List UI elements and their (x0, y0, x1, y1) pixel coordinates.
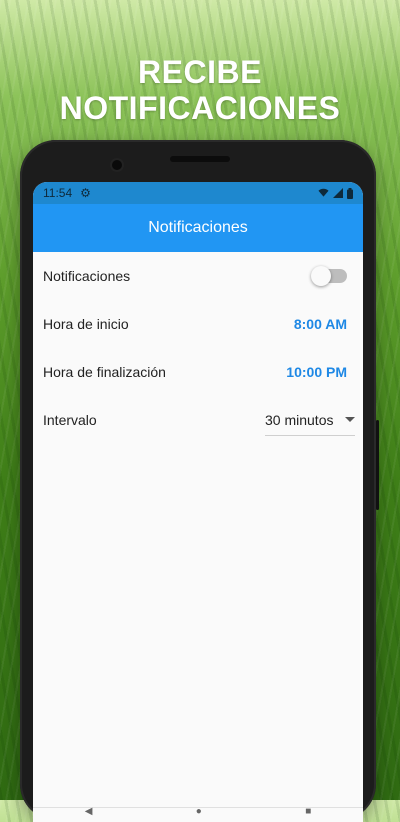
nav-recents-icon[interactable]: ■ (305, 807, 311, 817)
status-icons (318, 187, 353, 199)
end-time-value[interactable]: 10:00 PM (286, 364, 347, 380)
battery-icon (347, 187, 353, 199)
promo-line-2: NOTIFICACIONES (59, 90, 341, 126)
interval-dropdown[interactable]: 30 minutos (265, 405, 355, 436)
promo-headline: RECIBE NOTIFICACIONES (0, 54, 400, 126)
signal-icon (333, 188, 343, 198)
promo-line-1: RECIBE (138, 54, 262, 90)
phone-speaker (170, 156, 230, 162)
end-time-row[interactable]: Hora de finalización 10:00 PM (33, 348, 363, 396)
notifications-label: Notificaciones (43, 268, 131, 284)
wifi-icon (318, 188, 329, 197)
toggle-knob (311, 266, 331, 286)
bottom-nav-bar: ◀ ● ■ (33, 807, 363, 822)
notifications-toggle[interactable] (311, 266, 347, 286)
phone-camera (112, 160, 122, 170)
settings-gear-icon: ⚙ (80, 186, 91, 200)
start-time-label: Hora de inicio (43, 316, 129, 332)
status-time: 11:54 (43, 186, 73, 200)
app-screen: 11:54 ⚙ Notificaciones Notificaciones Ho… (33, 182, 363, 822)
phone-side-button (376, 420, 379, 510)
start-time-row[interactable]: Hora de inicio 8:00 AM (33, 300, 363, 348)
notifications-row[interactable]: Notificaciones (33, 252, 363, 300)
start-time-value[interactable]: 8:00 AM (294, 316, 347, 332)
app-bar-title: Notificaciones (148, 219, 248, 236)
status-bar: 11:54 ⚙ (33, 182, 363, 204)
dropdown-caret-icon (345, 417, 355, 422)
phone-frame: 11:54 ⚙ Notificaciones Notificaciones Ho… (20, 140, 379, 822)
interval-label: Intervalo (43, 412, 97, 428)
end-time-label: Hora de finalización (43, 364, 166, 380)
interval-selected-value: 30 minutos (265, 411, 334, 428)
nav-home-icon[interactable]: ● (196, 807, 202, 817)
interval-row: Intervalo 30 minutos (33, 396, 363, 444)
nav-back-icon[interactable]: ◀ (85, 807, 93, 817)
app-bar: Notificaciones (33, 204, 363, 252)
